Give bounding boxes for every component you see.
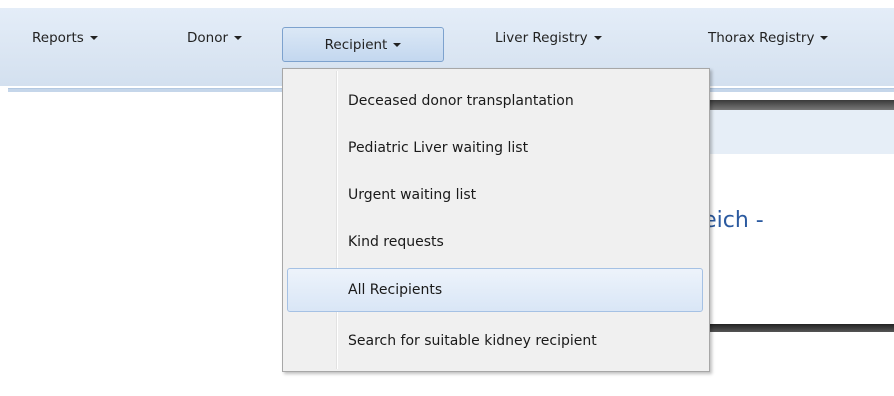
caret-down-icon [234, 36, 243, 40]
nav-thorax-registry[interactable]: Thorax Registry [708, 25, 829, 52]
nav-liver-registry[interactable]: Liver Registry [495, 25, 602, 52]
menu-item-search-suitable-kidney-recipient[interactable]: Search for suitable kidney recipient [287, 319, 703, 363]
nav-donor-label: Donor [187, 30, 229, 46]
caret-down-icon [393, 43, 402, 47]
menu-item-pediatric-liver-waiting-list[interactable]: Pediatric Liver waiting list [287, 126, 703, 170]
caret-down-icon [820, 36, 829, 40]
nav-liver-registry-label: Liver Registry [495, 30, 588, 46]
page: Reports Donor Liver Registry Thorax Regi… [0, 0, 894, 396]
panel-bottom-bar [706, 324, 894, 332]
menu-item-urgent-waiting-list[interactable]: Urgent waiting list [287, 173, 703, 217]
caret-down-icon [593, 36, 602, 40]
panel-top-bar [706, 100, 894, 110]
panel-header [706, 110, 894, 154]
caret-down-icon [89, 36, 98, 40]
recipient-dropdown-menu: Deceased donor transplantation Pediatric… [282, 68, 710, 372]
nav-donor[interactable]: Donor [187, 25, 243, 52]
nav-recipient[interactable]: Recipient [282, 27, 444, 62]
menu-item-all-recipients[interactable]: All Recipients [287, 268, 703, 312]
nav-recipient-label: Recipient [324, 37, 388, 53]
nav-reports[interactable]: Reports [32, 25, 98, 52]
menu-item-deceased-donor-transplantation[interactable]: Deceased donor transplantation [287, 79, 703, 123]
menu-item-kind-requests[interactable]: Kind requests [287, 220, 703, 264]
nav-reports-label: Reports [32, 30, 84, 46]
nav-thorax-registry-label: Thorax Registry [708, 30, 815, 46]
